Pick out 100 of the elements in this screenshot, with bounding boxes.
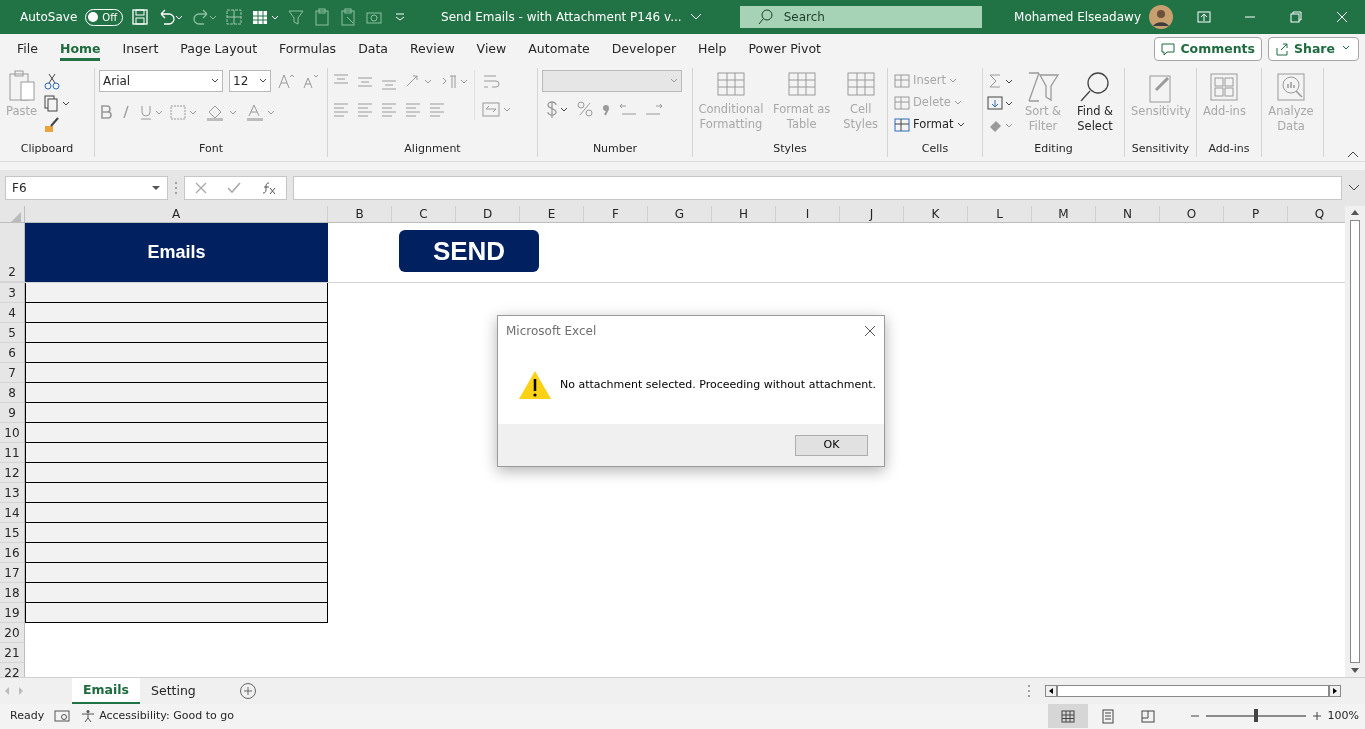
zoom-slider[interactable] — [1253, 709, 1258, 722]
sheet-tab[interactable]: Setting — [140, 678, 207, 704]
page-layout-icon[interactable] — [1099, 708, 1116, 724]
row-header[interactable]: 16 — [0, 543, 25, 563]
row-header[interactable]: 19 — [0, 603, 25, 623]
ribbon-button[interactable]: Format — [892, 114, 967, 136]
align-left-icon[interactable] — [332, 100, 350, 118]
enter-icon[interactable] — [226, 181, 243, 195]
name-box[interactable]: F6 — [5, 176, 168, 200]
normal-view-icon[interactable] — [1059, 708, 1076, 724]
row-header[interactable]: 9 — [0, 403, 25, 423]
menu-tab[interactable]: Review — [399, 34, 466, 64]
send-button[interactable]: SEND — [399, 230, 539, 272]
font-size-field[interactable]: 12 — [229, 70, 271, 92]
column-header[interactable]: N — [1096, 206, 1160, 222]
increase-indent-icon[interactable] — [428, 100, 446, 118]
copy-icon[interactable] — [43, 94, 72, 112]
restore-icon[interactable] — [1288, 9, 1304, 25]
zoom-in-icon[interactable] — [1311, 711, 1322, 721]
page-break-icon[interactable] — [1139, 708, 1156, 724]
column-header[interactable]: B — [328, 206, 392, 222]
number-format-field[interactable] — [542, 70, 682, 92]
menu-tab[interactable]: File — [6, 34, 49, 64]
column-header[interactable]: M — [1032, 206, 1096, 222]
row-header[interactable]: 22 — [0, 663, 25, 677]
menu-tab[interactable]: Formulas — [268, 34, 348, 64]
row-header[interactable]: 15 — [0, 523, 25, 543]
column-header[interactable]: I — [776, 206, 840, 222]
column-header[interactable]: F — [584, 206, 648, 222]
column-header[interactable]: H — [712, 206, 776, 222]
percent-icon[interactable] — [576, 100, 594, 118]
underline-icon[interactable] — [139, 103, 163, 121]
column-header[interactable]: P — [1224, 206, 1288, 222]
align-right-icon[interactable] — [380, 100, 398, 118]
insert-function-icon[interactable] — [260, 181, 277, 195]
table-icon[interactable] — [251, 8, 280, 26]
row-header[interactable]: 2 — [0, 223, 25, 282]
search-field[interactable]: Search — [739, 6, 983, 28]
add-sheet-icon[interactable] — [238, 682, 257, 700]
save-icon[interactable] — [131, 8, 150, 26]
macro-recording-icon[interactable] — [54, 709, 71, 723]
column-header[interactable]: O — [1160, 206, 1224, 222]
decrease-indent-icon[interactable] — [404, 100, 422, 118]
column-header[interactable]: C — [392, 206, 456, 222]
row-header[interactable]: 3 — [0, 283, 25, 303]
horizontal-scrollbar[interactable] — [1045, 685, 1341, 697]
borders-icon[interactable] — [169, 103, 199, 121]
column-header[interactable]: K — [904, 206, 968, 222]
collapse-ribbon-icon[interactable] — [1347, 150, 1359, 158]
filter-icon[interactable] — [287, 8, 306, 26]
clipboard-icon[interactable] — [313, 8, 332, 26]
menu-tab[interactable]: Data — [347, 34, 399, 64]
avatar-icon[interactable] — [1149, 5, 1173, 29]
grid-icon[interactable] — [225, 8, 244, 26]
row-header[interactable]: 14 — [0, 503, 25, 523]
column-header[interactable]: G — [648, 206, 712, 222]
redo-icon[interactable] — [191, 8, 218, 26]
cancel-icon[interactable] — [194, 181, 209, 195]
fill-icon[interactable] — [987, 94, 1015, 112]
column-header[interactable]: D — [456, 206, 520, 222]
menu-tab[interactable]: Developer — [600, 34, 688, 64]
caret-icon[interactable] — [689, 13, 702, 21]
column-header[interactable]: J — [840, 206, 904, 222]
formula-field[interactable] — [293, 176, 1342, 200]
row-header[interactable]: 10 — [0, 423, 25, 443]
clipboard-icon[interactable] — [339, 8, 358, 26]
menu-tab[interactable]: Automate — [517, 34, 601, 64]
wrap-text-icon[interactable] — [481, 72, 501, 90]
row-header[interactable]: 20 — [0, 623, 25, 643]
menu-tab[interactable]: Power Pivot — [737, 34, 832, 64]
row-header[interactable]: 17 — [0, 563, 25, 583]
font-color-icon[interactable] — [245, 103, 277, 121]
merge-icon[interactable] — [481, 100, 513, 118]
ribbon-display-icon[interactable] — [1196, 9, 1212, 25]
font-field[interactable]: Arial — [99, 70, 223, 92]
grow-font-icon[interactable] — [277, 72, 295, 90]
menu-tab[interactable]: Home — [48, 34, 112, 64]
row-header[interactable]: 11 — [0, 443, 25, 463]
fill-color-icon[interactable] — [205, 103, 239, 121]
row-header[interactable]: 21 — [0, 643, 25, 663]
column-header[interactable]: E — [520, 206, 584, 222]
ribbon-button[interactable]: Find & Select — [1071, 70, 1119, 134]
menu-tab[interactable]: Help — [687, 34, 738, 64]
format-painter-icon[interactable] — [43, 116, 62, 134]
shrink-font-icon[interactable] — [301, 72, 319, 90]
close-icon[interactable] — [864, 325, 876, 337]
zoom-level[interactable]: 100% — [1327, 707, 1359, 725]
autosum-icon[interactable] — [987, 72, 1015, 90]
expand-icon[interactable] — [1348, 184, 1360, 192]
column-header[interactable]: A — [25, 206, 328, 222]
close-icon[interactable] — [1334, 9, 1350, 25]
sheet-tab[interactable]: Emails — [72, 678, 140, 704]
accessibility-status[interactable]: Accessibility: Good to go — [99, 707, 234, 725]
accessibility-icon[interactable] — [80, 709, 97, 723]
menu-tab[interactable]: Insert — [111, 34, 170, 64]
row-header[interactable]: 4 — [0, 303, 25, 323]
column-header[interactable]: L — [968, 206, 1032, 222]
bold-icon[interactable] — [99, 103, 113, 121]
paragraph-icon[interactable] — [440, 72, 470, 90]
menu-tab[interactable]: View — [465, 34, 518, 64]
